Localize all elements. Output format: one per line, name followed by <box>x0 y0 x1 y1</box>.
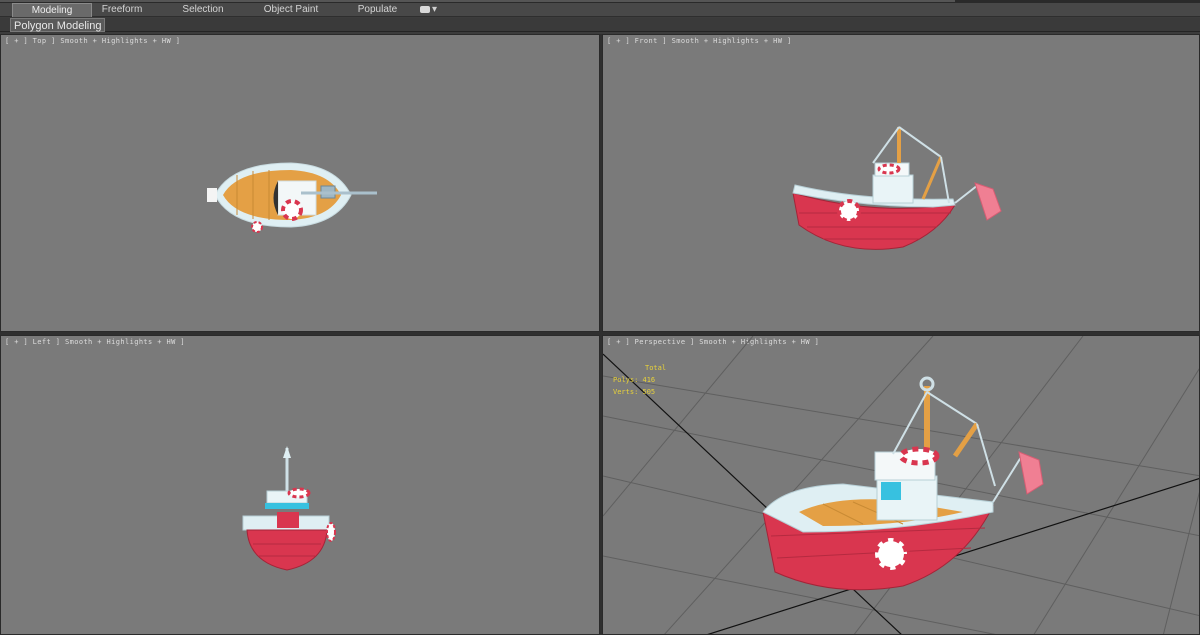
stats-title: Total <box>645 364 667 372</box>
viewport-perspective[interactable]: [ + ] Perspective ] Smooth + Highlights … <box>602 335 1200 635</box>
tab-freeform[interactable]: Freeform <box>92 3 152 17</box>
stats-polys: Polys: 416 <box>613 376 656 384</box>
chevron-down-icon: ▾ <box>432 4 438 15</box>
viewport-left[interactable]: [ + ] Left ] Smooth + Highlights + HW ] <box>0 335 600 635</box>
perspective-grid-and-boat <box>603 336 1199 634</box>
tab-populate[interactable]: Populate <box>350 3 405 17</box>
boat-top-view <box>207 162 377 233</box>
boat-front-view <box>792 126 1002 250</box>
ribbon-subbar: Polygon Modeling <box>0 18 1200 32</box>
tab-modeling[interactable]: Modeling <box>12 3 92 17</box>
ribbon-tabbar: Modeling Freeform Selection Object Paint… <box>0 3 1200 17</box>
viewport-front[interactable]: [ + ] Front ] Smooth + Highlights + HW ] <box>602 34 1200 332</box>
tab-selection[interactable]: Selection <box>172 3 234 17</box>
ribbon-options-dropdown[interactable]: ▾ <box>420 4 437 16</box>
tab-object-paint[interactable]: Object Paint <box>255 3 327 17</box>
camera-dropdown-icon <box>420 5 430 13</box>
ribbon-top-line <box>0 0 955 2</box>
scene-statistics: Total Polys: 416 Verts: 505 <box>613 362 666 398</box>
viewport-separator-vertical[interactable] <box>600 34 602 635</box>
stats-verts: Verts: 505 <box>613 388 656 396</box>
viewport-top[interactable]: [ + ] Top ] Smooth + Highlights + HW ] <box>0 34 600 332</box>
boat-left-view <box>242 446 336 571</box>
subtab-polygon-modeling[interactable]: Polygon Modeling <box>10 18 106 32</box>
